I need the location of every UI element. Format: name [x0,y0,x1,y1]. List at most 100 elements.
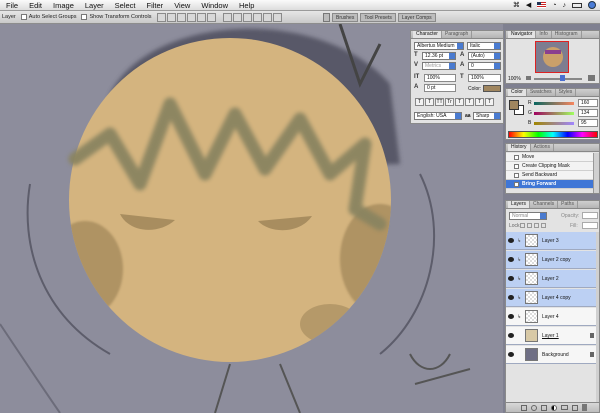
tab-paragraph[interactable]: Paragraph [442,31,473,38]
menu-file[interactable]: File [6,1,18,10]
horizontal-scale-field[interactable]: 100% [468,74,501,82]
lock-transparency-icon[interactable] [520,223,525,228]
menu-edit[interactable]: Edit [29,1,42,10]
history-item-move[interactable]: Move [506,153,594,162]
tab-character[interactable]: Character [413,31,442,38]
layer-mask-icon[interactable] [540,404,547,411]
kerning-field[interactable]: Metrics [422,62,456,70]
vertical-scale-field[interactable]: 100% [424,74,456,82]
blue-value[interactable]: 95 [578,119,598,127]
strikethrough-button[interactable]: T [485,98,494,106]
history-scrollbar[interactable] [593,153,599,193]
distribute-left-button[interactable] [252,12,262,22]
layer-row-layer-4-copy[interactable]: ↳ Layer 4 copy [506,289,598,307]
layer-row-layer-3[interactable]: ↳ Layer 3 [506,232,598,250]
subscript-button[interactable]: T [465,98,474,106]
color-ramp[interactable] [508,131,598,138]
align-hcenter-button[interactable] [196,12,206,22]
navigator-thumbnail[interactable] [535,41,569,73]
align-vcenter-button[interactable] [166,12,176,22]
font-style-select[interactable]: Italic [467,42,501,50]
tab-layers[interactable]: Layers [508,201,531,208]
us-flag-icon[interactable] [537,2,547,8]
spotlight-icon[interactable] [588,1,596,9]
distribute-top-button[interactable] [222,12,232,22]
tab-color[interactable]: Color [508,89,527,96]
lock-position-icon[interactable] [534,223,539,228]
tab-layer-comps[interactable]: Layer Comps [397,13,436,22]
tab-swatches[interactable]: Swatches [527,89,556,96]
leading-field[interactable]: (Auto) [468,52,501,60]
tab-actions[interactable]: Actions [531,144,554,151]
font-size-field[interactable]: 12.36 pt [422,52,456,60]
wifi-icon[interactable]: ◔ [552,2,556,9]
foreground-color-swatch[interactable] [509,100,519,110]
visibility-eye-icon[interactable] [508,333,514,338]
volume-level-icon[interactable]: ♪ [563,2,567,9]
opacity-field[interactable] [582,212,598,219]
menu-select[interactable]: Select [115,1,136,10]
layer-row-layer-2-copy[interactable]: ↳ Layer 2 copy [506,251,598,269]
visibility-eye-icon[interactable] [508,314,514,319]
blend-mode-select[interactable]: Normal [509,212,547,220]
zoom-slider-thumb[interactable] [560,75,565,81]
language-select[interactable]: English: USA [414,112,462,120]
volume-icon[interactable]: ◀ [526,1,531,9]
red-value[interactable]: 160 [578,99,598,107]
menu-image[interactable]: Image [53,1,74,10]
tab-history[interactable]: History [508,144,531,151]
show-transform-checkbox[interactable] [81,14,88,20]
tab-tool-presets[interactable]: Tool Presets [360,13,396,22]
zoom-out-icon[interactable] [526,76,531,80]
tab-brushes[interactable]: Brushes [332,13,359,22]
menu-window[interactable]: Window [201,1,228,10]
tab-channels[interactable]: Channels [530,201,559,208]
layers-scrollbar[interactable] [596,232,599,402]
auto-select-checkbox[interactable] [20,14,27,20]
palette-well-icon[interactable] [323,13,330,22]
visibility-eye-icon[interactable] [508,352,514,357]
menu-filter[interactable]: Filter [147,1,164,10]
align-left-button[interactable] [186,12,196,22]
script-icon[interactable]: ⌘ [513,1,520,9]
layer-row-layer-4[interactable]: ↳ Layer 4 [506,308,598,326]
lock-all-icon[interactable] [541,223,546,228]
tab-navigator[interactable]: Navigator [508,31,537,38]
align-top-button[interactable] [156,12,166,22]
history-item-send-backward[interactable]: Send Backward [506,171,594,180]
distribute-vcenter-button[interactable] [232,12,242,22]
menu-view[interactable]: View [174,1,190,10]
visibility-eye-icon[interactable] [508,257,514,262]
distribute-right-button[interactable] [272,12,282,22]
zoom-level[interactable]: 100% [508,76,521,82]
text-color-swatch[interactable] [483,85,501,92]
visibility-eye-icon[interactable] [508,276,514,281]
tab-info[interactable]: Info [536,31,552,38]
zoom-slider[interactable] [534,78,582,80]
menu-layer[interactable]: Layer [85,1,104,10]
tab-paths[interactable]: Paths [558,201,578,208]
link-layers-icon[interactable] [520,404,527,411]
green-slider[interactable] [534,112,574,115]
baseline-shift-field[interactable]: 0 pt [424,84,456,92]
underline-button[interactable]: T [475,98,484,106]
tab-styles[interactable]: Styles [556,89,577,96]
new-layer-icon[interactable] [571,404,578,411]
align-bottom-button[interactable] [176,12,186,22]
faux-bold-button[interactable]: T [415,98,424,106]
tracking-field[interactable]: 0 [468,62,501,70]
history-item-create-clipping-mask[interactable]: Create Clipping Mask [506,162,594,171]
lock-pixels-icon[interactable] [527,223,532,228]
layer-row-background[interactable]: Background [506,346,598,364]
history-item-bring-forward[interactable]: Bring Forward [506,180,594,189]
font-family-select[interactable]: Albertus Medium [414,42,464,50]
menu-help[interactable]: Help [239,1,254,10]
green-value[interactable]: 134 [578,109,598,117]
visibility-eye-icon[interactable] [508,295,514,300]
layer-style-icon[interactable] [530,404,537,411]
new-group-icon[interactable] [560,405,568,410]
red-slider[interactable] [534,102,574,105]
blue-slider[interactable] [534,122,574,125]
align-right-button[interactable] [206,12,216,22]
layer-row-layer-2[interactable]: ↳ Layer 2 [506,270,598,288]
